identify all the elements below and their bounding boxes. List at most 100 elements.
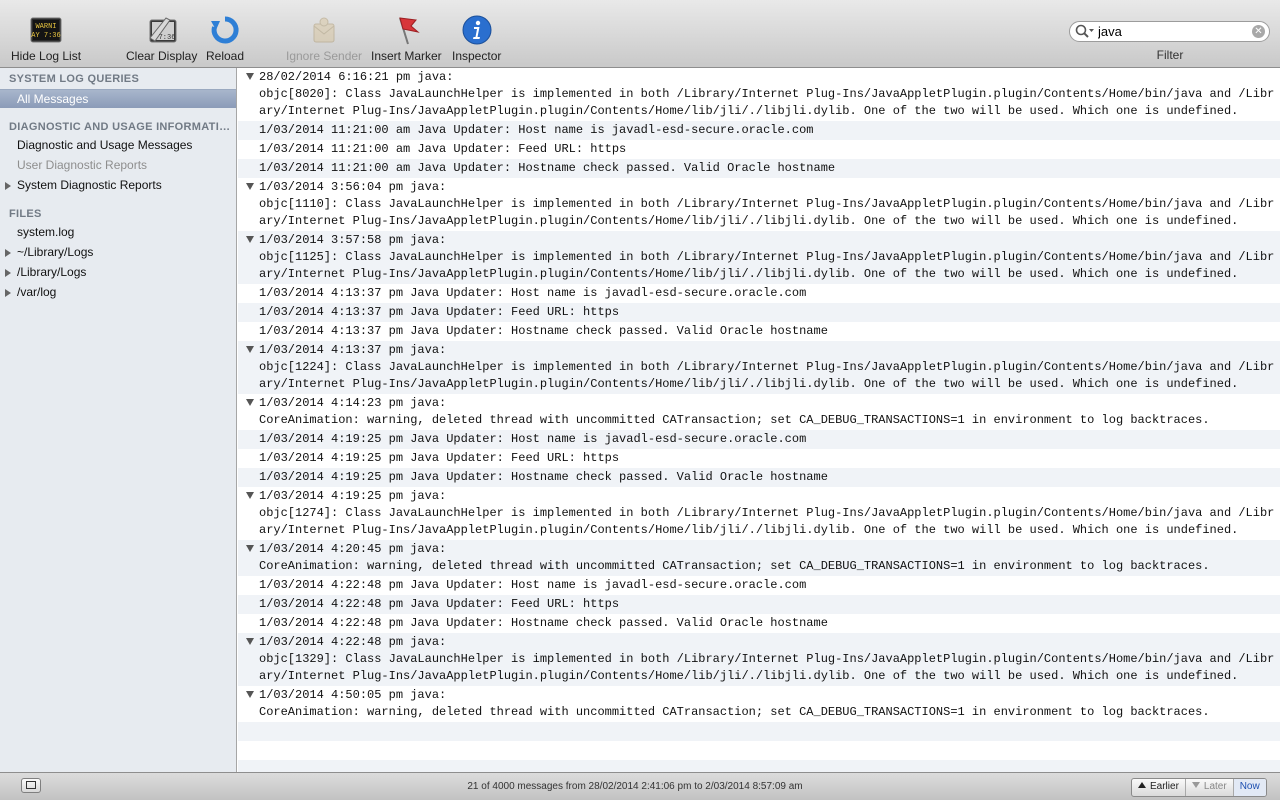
log-entry-message: objc[1110]: Class JavaLaunchHelper is im… [259,197,1275,228]
disclosure-triangle-icon[interactable] [246,183,254,190]
info-icon [462,15,492,45]
log-entry-header: 1/03/2014 4:19:25 pm Java Updater: Host … [259,432,807,446]
sidebar-item-library-logs[interactable]: /Library/Logs [0,263,236,282]
disclosure-triangle-icon[interactable] [246,346,254,353]
reload-label: Reload [206,49,245,63]
log-entry[interactable]: 1/03/2014 4:19:25 pm Java Updater: Host … [238,430,1280,449]
log-entry-header: 1/03/2014 4:22:48 pm java: [259,635,447,649]
inspector-label: Inspector [452,49,502,63]
sidebar-item-label: System Diagnostic Reports [17,178,162,192]
empty-row [238,741,1280,760]
disclosure-triangle-icon[interactable] [246,236,254,243]
clear-display-button[interactable]: 7:36 Clear Display [126,14,197,63]
log-entry-header: 28/02/2014 6:16:21 pm java: [259,70,454,84]
log-entry[interactable]: 1/03/2014 4:14:23 pm java: CoreAnimation:… [238,394,1280,430]
status-bar: 21 of 4000 messages from 28/02/2014 2:41… [0,772,1280,800]
sidebar-item-user-diagnostic[interactable]: User Diagnostic Reports [0,156,236,175]
log-entry-header: 1/03/2014 3:57:58 pm java: [259,233,447,247]
log-entry[interactable]: 1/03/2014 11:21:00 am Java Updater: Feed… [238,140,1280,159]
log-entry-header: 1/03/2014 3:56:04 pm java: [259,180,447,194]
disclosure-triangle-icon[interactable] [246,399,254,406]
log-entry-message: objc[1224]: Class JavaLaunchHelper is im… [259,360,1275,391]
log-entry-header: 1/03/2014 4:13:37 pm java: [259,343,447,357]
log-entry[interactable]: 1/03/2014 4:13:37 pm Java Updater: Hostn… [238,322,1280,341]
earlier-button[interactable]: Earlier [1132,779,1186,796]
sidebar-item-system-diagnostic[interactable]: System Diagnostic Reports [0,176,236,195]
log-entry-message: objc[1125]: Class JavaLaunchHelper is im… [259,250,1275,281]
section-diagnostic: DIAGNOSTIC AND USAGE INFORMATION [9,121,231,133]
log-entry[interactable]: 1/03/2014 4:19:25 pm java: objc[1274]: Cl… [238,487,1280,540]
disclosure-triangle-icon[interactable] [5,249,11,257]
sidebar-item-system-log[interactable]: system.log [0,223,236,242]
toolbar: WARNI AY 7:36 Hide Log List 7:36 Clear D… [0,0,1280,68]
sidebar-item-label: /var/log [17,285,57,299]
log-entry[interactable]: 1/03/2014 4:22:48 pm Java Updater: Feed … [238,595,1280,614]
time-navigation: Earlier Later Now [1131,778,1267,797]
svg-text:AY 7:36: AY 7:36 [31,32,60,40]
reload-button[interactable]: Reload [206,14,244,63]
empty-row [238,760,1280,772]
disclosure-triangle-icon[interactable] [5,269,11,277]
disclosure-triangle-icon[interactable] [246,545,254,552]
disclosure-triangle-icon[interactable] [246,691,254,698]
disclosure-triangle-icon[interactable] [5,289,11,297]
log-entry[interactable]: 1/03/2014 4:19:25 pm Java Updater: Hostn… [238,468,1280,487]
log-entry-header: 1/03/2014 4:22:48 pm Java Updater: Hostn… [259,616,828,630]
clear-display-icon: 7:36 [148,17,177,43]
clear-search-icon[interactable]: ✕ [1252,25,1265,38]
console-warning-icon: WARNI AY 7:36 [30,17,62,43]
search-input[interactable] [1098,23,1248,40]
log-entry-header: 1/03/2014 4:19:25 pm java: [259,489,447,503]
insert-marker-button[interactable]: Insert Marker [371,14,442,63]
log-message-list[interactable]: 28/02/2014 6:16:21 pm java: objc[8020]: C… [238,68,1280,772]
log-entry-header: 1/03/2014 4:22:48 pm Java Updater: Feed … [259,597,620,611]
sidebar-item-label: /Library/Logs [17,265,87,279]
log-entry[interactable]: 1/03/2014 3:57:58 pm java: objc[1125]: Cl… [238,231,1280,284]
sidebar-item-var-log[interactable]: /var/log [0,283,236,302]
log-entry-message: CoreAnimation: warning, deleted thread w… [259,559,1210,573]
log-entry[interactable]: 1/03/2014 4:20:45 pm java: CoreAnimation:… [238,540,1280,576]
sidebar-item-diagnostic-usage[interactable]: Diagnostic and Usage Messages [0,136,236,155]
earlier-label: Earlier [1150,781,1179,792]
log-entry[interactable]: 1/03/2014 4:22:48 pm java: objc[1329]: Cl… [238,633,1280,686]
log-entry-header: 1/03/2014 11:21:00 am Java Updater: Host… [259,161,836,175]
arrow-up-icon [1138,782,1146,788]
inspector-button[interactable]: Inspector [452,14,501,63]
log-entry[interactable]: 28/02/2014 6:16:21 pm java: objc[8020]: C… [238,68,1280,121]
disclosure-triangle-icon[interactable] [246,492,254,499]
sidebar-item-user-library-logs[interactable]: ~/Library/Logs [0,243,236,262]
svg-text:WARNI: WARNI [36,23,57,31]
sidebar-item-all-messages[interactable]: All Messages [0,89,236,108]
later-button[interactable]: Later [1186,779,1234,796]
log-entry-header: 1/03/2014 4:13:37 pm Java Updater: Host … [259,286,807,300]
log-entry[interactable]: 1/03/2014 3:56:04 pm java: objc[1110]: Cl… [238,178,1280,231]
now-button[interactable]: Now [1233,779,1266,796]
log-entry[interactable]: 1/03/2014 4:22:48 pm Java Updater: Host … [238,576,1280,595]
log-entry-header: 1/03/2014 11:21:00 am Java Updater: Host… [259,123,814,137]
disclosure-triangle-icon[interactable] [5,182,11,190]
ignore-sender-button[interactable]: Ignore Sender [286,14,362,63]
insert-marker-label: Insert Marker [371,49,442,63]
hide-log-list-button[interactable]: WARNI AY 7:36 Hide Log List [11,14,81,63]
log-entry[interactable]: 1/03/2014 11:21:00 am Java Updater: Host… [238,121,1280,140]
search-field[interactable]: ✕ [1069,21,1270,42]
log-entry-header: 1/03/2014 4:19:25 pm Java Updater: Hostn… [259,470,828,484]
disclosure-triangle-icon[interactable] [246,73,254,80]
log-entry-header: 1/03/2014 4:14:23 pm java: [259,396,447,410]
search-icon [1075,24,1094,38]
log-entry-message: CoreAnimation: warning, deleted thread w… [259,705,1210,719]
log-entry[interactable]: 1/03/2014 4:13:37 pm Java Updater: Feed … [238,303,1280,322]
log-entry-header: 1/03/2014 4:22:48 pm Java Updater: Host … [259,578,807,592]
log-entry[interactable]: 1/03/2014 4:50:05 pm java: CoreAnimation:… [238,686,1280,722]
reload-icon [211,16,239,44]
log-entry[interactable]: 1/03/2014 4:13:37 pm java: objc[1224]: Cl… [238,341,1280,394]
log-entry[interactable]: 1/03/2014 4:13:37 pm Java Updater: Host … [238,284,1280,303]
log-entry[interactable]: 1/03/2014 11:21:00 am Java Updater: Host… [238,159,1280,178]
section-system-log-queries: SYSTEM LOG QUERIES [9,73,140,85]
log-entry[interactable]: 1/03/2014 4:22:48 pm Java Updater: Hostn… [238,614,1280,633]
log-entry-header: 1/03/2014 11:21:00 am Java Updater: Feed… [259,142,627,156]
log-entry[interactable]: 1/03/2014 4:19:25 pm Java Updater: Feed … [238,449,1280,468]
hide-log-list-label: Hide Log List [11,49,82,63]
log-entry-header: 1/03/2014 4:13:37 pm Java Updater: Hostn… [259,324,828,338]
disclosure-triangle-icon[interactable] [246,638,254,645]
